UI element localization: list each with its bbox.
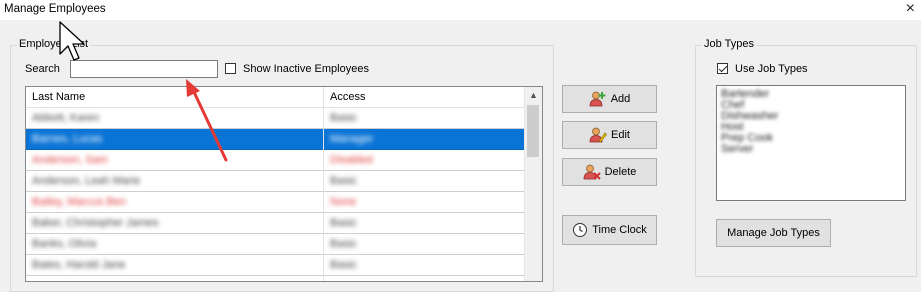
- table-row[interactable]: Anderson, Leah Marie Basic: [26, 171, 526, 192]
- table-row-selected[interactable]: Barnes, Lucas Manager: [26, 129, 526, 150]
- grid-scrollbar[interactable]: ▲: [524, 87, 542, 281]
- cell-last-name: Barnes, Lucas: [32, 133, 103, 145]
- use-job-types-label: Use Job Types: [735, 63, 808, 75]
- cell-access: Basic: [330, 175, 357, 187]
- table-row[interactable]: Bailey, Marcus Ben None: [26, 192, 526, 213]
- cell-last-name: Abbott, Karen: [32, 112, 100, 124]
- manage-job-types-button[interactable]: Manage Job Types: [716, 219, 831, 247]
- cell-last-name: Anderson, Sam: [32, 154, 108, 166]
- time-clock-button[interactable]: Time Clock: [562, 215, 657, 245]
- scroll-thumb[interactable]: [527, 105, 539, 157]
- add-button[interactable]: Add: [562, 85, 657, 113]
- scroll-up-icon[interactable]: ▲: [525, 87, 542, 104]
- window-title: Manage Employees: [4, 3, 106, 15]
- title-bar: Manage Employees ×: [0, 0, 921, 20]
- column-separator: [323, 87, 324, 281]
- show-inactive-label: Show Inactive Employees: [243, 63, 369, 75]
- table-row[interactable]: Baker, Christopher James Basic: [26, 213, 526, 234]
- edit-user-icon: [589, 127, 607, 143]
- cell-access: Basic: [330, 112, 357, 124]
- delete-user-icon: [583, 164, 601, 180]
- add-user-icon: [589, 91, 607, 107]
- cell-last-name: Bailey, Marcus Ben: [32, 196, 126, 208]
- job-types-group-title: Job Types: [702, 38, 756, 50]
- edit-button-label: Edit: [611, 129, 630, 141]
- table-row[interactable]: Banks, Olivia Basic: [26, 234, 526, 255]
- cell-access: Basic: [330, 259, 357, 271]
- cell-last-name: Baker, Christopher James: [32, 217, 159, 229]
- column-header-last-name[interactable]: Last Name: [26, 87, 324, 107]
- manage-job-types-label: Manage Job Types: [727, 227, 820, 239]
- search-input[interactable]: [70, 60, 218, 78]
- search-label: Search: [25, 63, 60, 75]
- cell-access: Disabled: [330, 154, 373, 166]
- cell-access: Manager: [330, 133, 374, 145]
- cell-access: Basic: [330, 238, 357, 250]
- show-inactive-checkbox[interactable]: [225, 63, 236, 74]
- clock-icon: [572, 222, 588, 238]
- time-clock-button-label: Time Clock: [592, 224, 647, 236]
- table-row[interactable]: Anderson, Sam Disabled: [26, 150, 526, 171]
- grid-header: Last Name Access: [26, 87, 526, 108]
- column-header-access[interactable]: Access: [324, 87, 526, 107]
- delete-button-label: Delete: [604, 166, 637, 178]
- delete-button[interactable]: Delete: [562, 158, 657, 186]
- table-row[interactable]: Bates, Harold Jane Basic: [26, 255, 526, 276]
- cell-access: Basic: [330, 217, 357, 229]
- close-icon[interactable]: ×: [906, 0, 915, 18]
- employee-grid[interactable]: Last Name Access Abbott, Karen Basic Bar…: [25, 86, 543, 282]
- edit-button[interactable]: Edit: [562, 121, 657, 149]
- cell-last-name: Anderson, Leah Marie: [32, 175, 141, 187]
- cell-last-name: Bates, Harold Jane: [32, 259, 126, 271]
- list-item[interactable]: Server: [721, 143, 753, 155]
- add-button-label: Add: [610, 93, 631, 105]
- mouse-cursor-icon: [59, 21, 85, 61]
- table-row[interactable]: Abbott, Karen Basic: [26, 108, 526, 129]
- cell-last-name: Banks, Olivia: [32, 238, 97, 250]
- use-job-types-checkbox[interactable]: [717, 63, 728, 74]
- job-types-list[interactable]: Bartender Chef Dishwasher Host Prep Cook…: [716, 85, 906, 201]
- cell-access: None: [330, 196, 357, 208]
